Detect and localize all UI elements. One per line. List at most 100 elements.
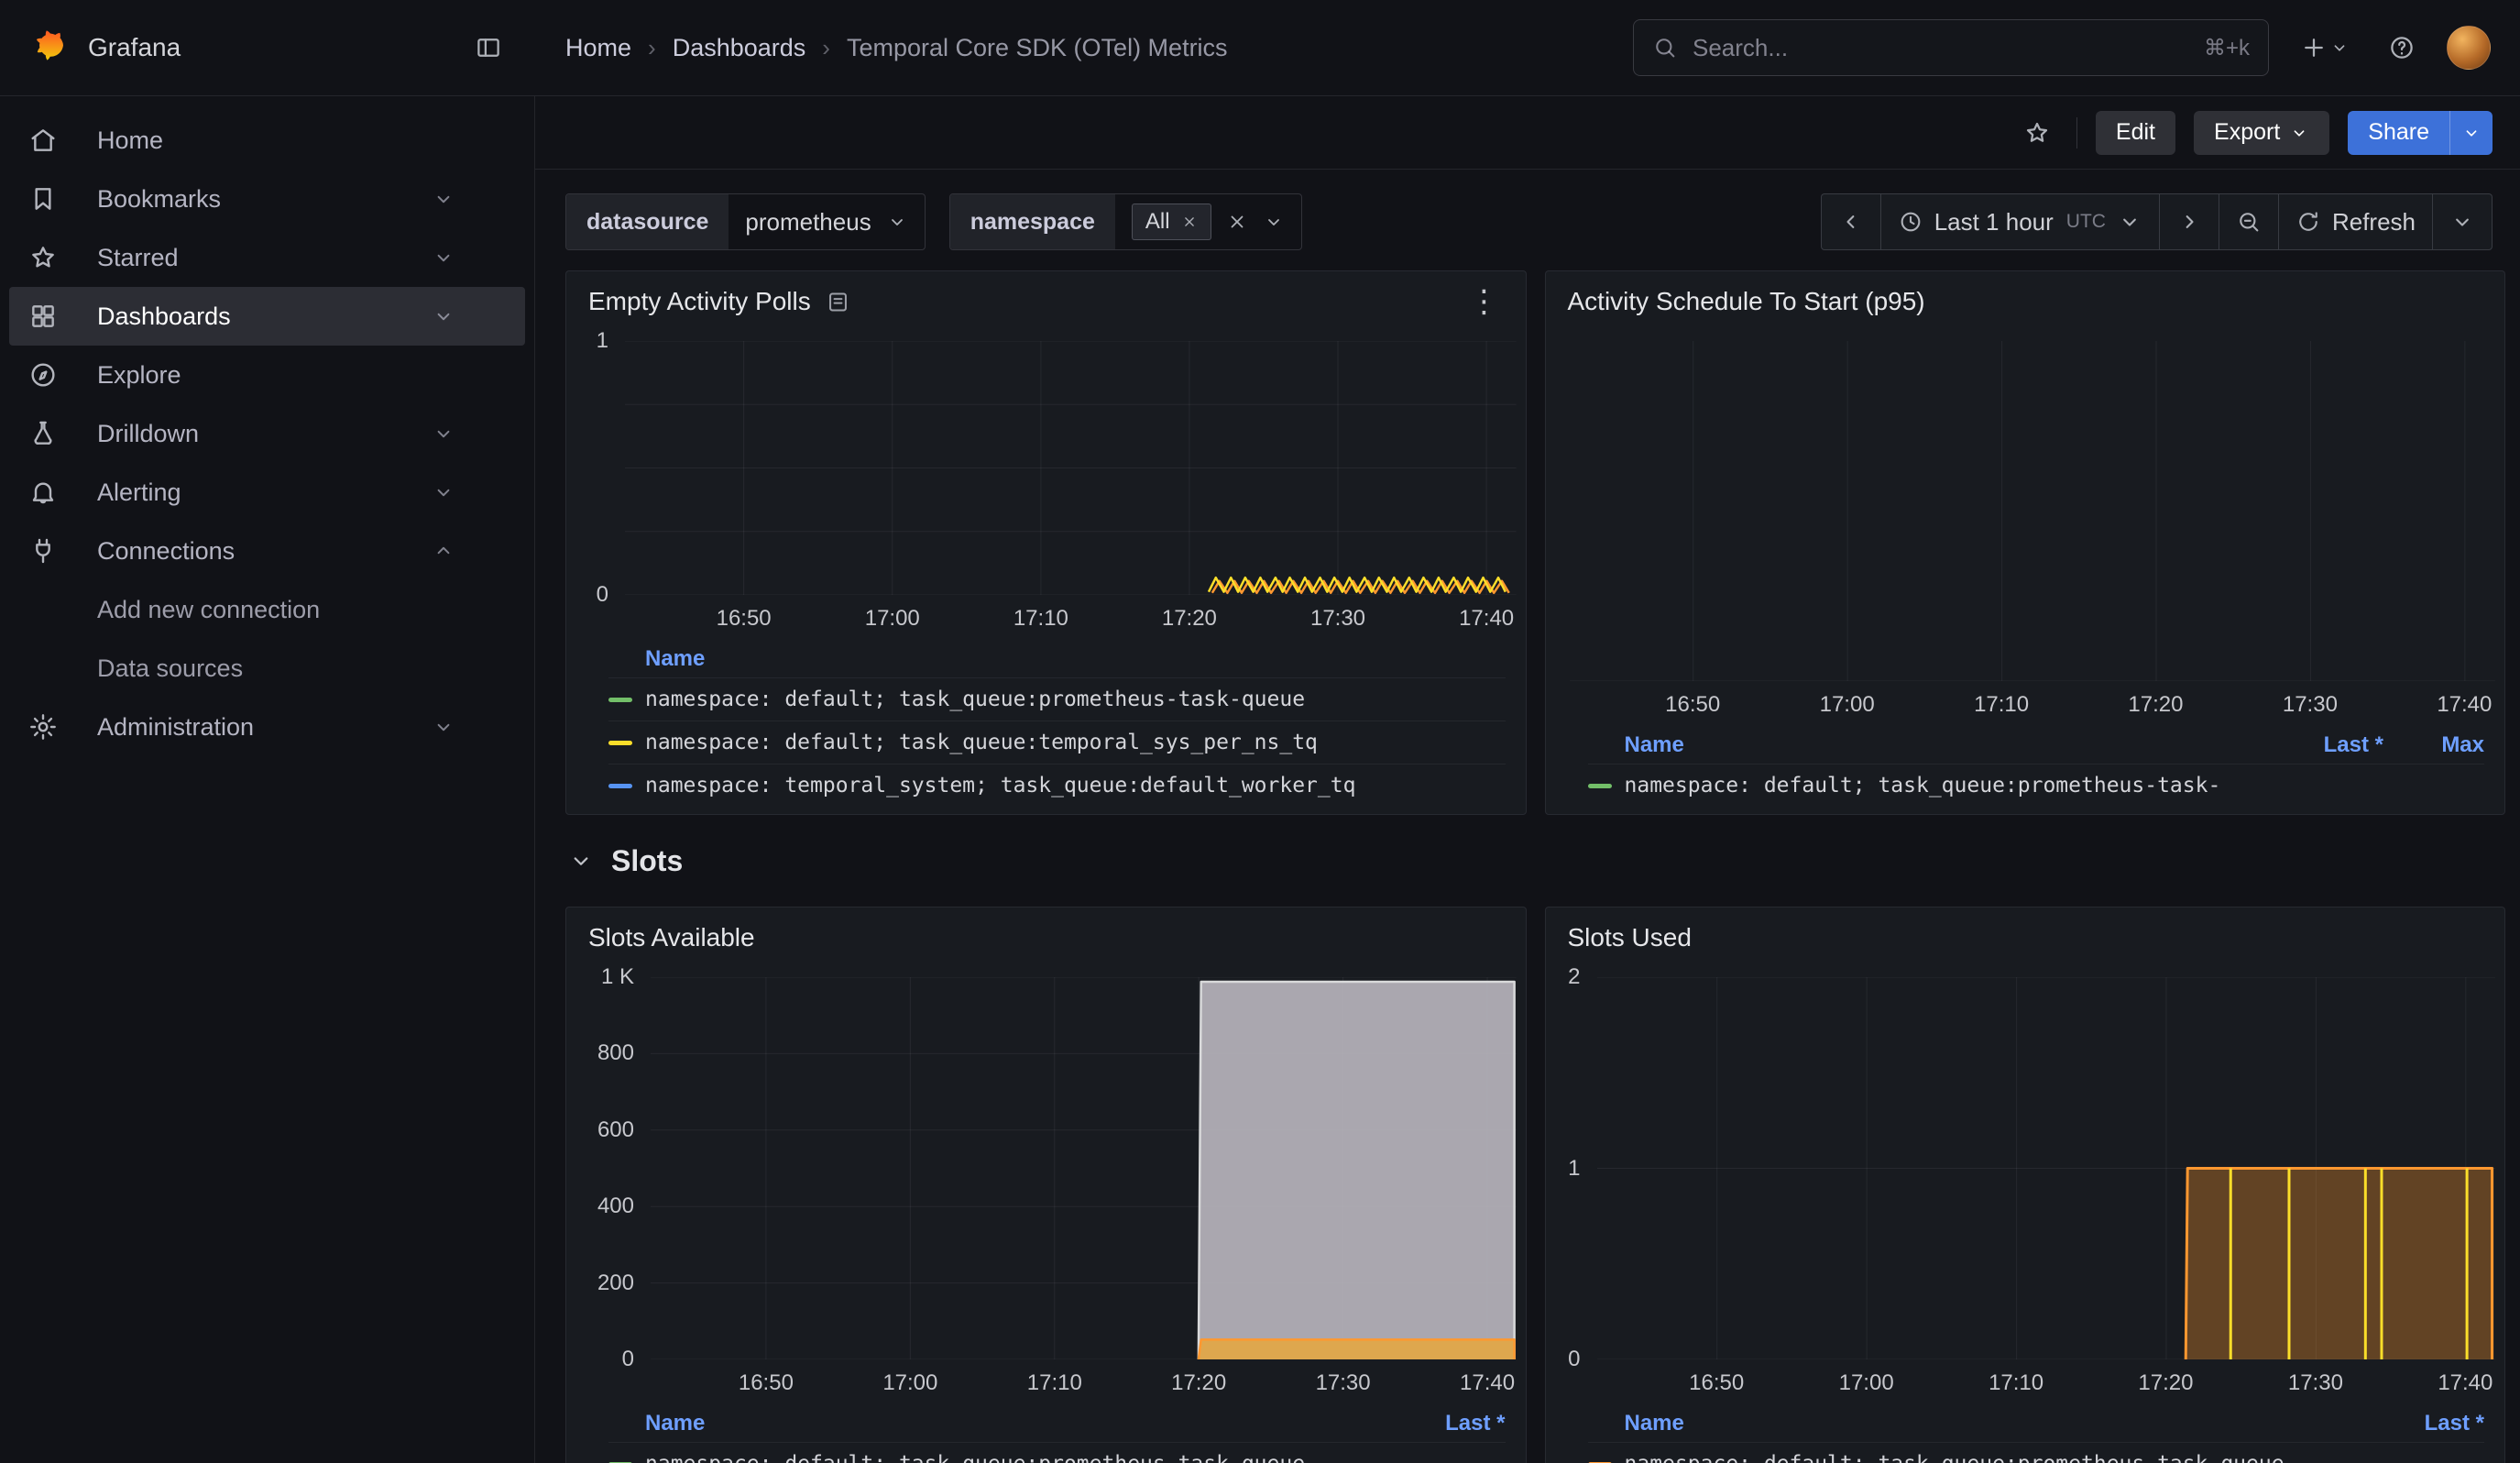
new-button[interactable] xyxy=(2293,27,2357,69)
legend-column-last[interactable]: Last * xyxy=(2219,732,2383,758)
series-color-swatch xyxy=(1588,784,1612,788)
share-menu-button[interactable] xyxy=(2449,111,2493,155)
sidebar-item-drilldown[interactable]: Drilldown xyxy=(9,404,525,463)
legend-column-last[interactable]: Last * xyxy=(1341,1411,1506,1436)
clear-selection-icon[interactable] xyxy=(1226,211,1248,233)
sidebar-item-dashboards[interactable]: Dashboards xyxy=(9,287,525,346)
share-split-button: Share xyxy=(2348,111,2493,155)
y-tick-label: 800 xyxy=(597,1040,634,1066)
panel-header[interactable]: Activity Schedule To Start (p95) xyxy=(1546,271,2505,317)
sidebar-toggle-icon[interactable] xyxy=(467,27,509,69)
series-color-swatch xyxy=(608,741,632,745)
legend-row[interactable]: namespace: default; task_queue:prometheu… xyxy=(1588,764,2485,807)
y-tick-label: 0 xyxy=(1568,1347,1580,1372)
chevron-down-icon xyxy=(2449,209,2475,235)
remove-tag-icon[interactable] xyxy=(1181,214,1198,230)
time-series-chart[interactable]: 0116:5017:0017:1017:2017:3017:40 xyxy=(566,317,1526,637)
sidebar-item-home[interactable]: Home xyxy=(9,111,525,170)
time-series-chart[interactable]: 02004006008001 K16:5017:0017:1017:2017:3… xyxy=(566,953,1526,1402)
brand-name: Grafana xyxy=(88,33,181,62)
legend-row[interactable]: namespace: default; task_queue:prometheu… xyxy=(608,1442,1506,1463)
legend-column-name[interactable]: Name xyxy=(1588,732,2219,758)
plot-area[interactable]: 012 xyxy=(1597,977,2496,1359)
x-tick-label: 17:40 xyxy=(2438,1370,2493,1396)
plot-area[interactable]: 02004006008001 K xyxy=(651,977,1517,1359)
sidebar-item-label: Data sources xyxy=(97,654,243,683)
sidebar-item-starred[interactable]: Starred xyxy=(9,228,525,287)
panel-header[interactable]: Slots Available xyxy=(566,908,1526,953)
legend-row[interactable]: namespace: default; task_queue:prometheu… xyxy=(1588,1442,2485,1463)
breadcrumb-separator: › xyxy=(648,34,656,62)
namespace-variable: namespace All xyxy=(949,193,1302,250)
sidebar-item-label: Bookmarks xyxy=(97,185,221,214)
y-axis-labels: 012 xyxy=(1546,977,1597,1359)
chevron-left-icon xyxy=(1838,209,1864,235)
help-button[interactable] xyxy=(2381,27,2423,69)
time-range-picker[interactable]: Last 1 hour UTC xyxy=(1880,193,2160,250)
refresh-button[interactable]: Refresh xyxy=(2278,193,2433,250)
drilldown-icon xyxy=(27,419,59,448)
row-title: Slots xyxy=(611,844,683,878)
y-tick-label: 2 xyxy=(1568,964,1580,990)
legend-header: NameLast * xyxy=(608,1405,1506,1442)
refresh-interval-button[interactable] xyxy=(2432,193,2493,250)
breadcrumb-item-home[interactable]: Home xyxy=(565,34,631,62)
plot-area[interactable]: 01 xyxy=(625,341,1517,595)
star-icon xyxy=(27,243,59,272)
x-tick-label: 17:00 xyxy=(1839,1370,1894,1396)
panel-menu-icon[interactable]: ⋮ xyxy=(1463,288,1506,315)
row-slots-toggle[interactable]: Slots xyxy=(565,815,2505,907)
question-icon xyxy=(2388,34,2416,61)
sidebar-item-alerting[interactable]: Alerting xyxy=(9,463,525,522)
panel-description-icon[interactable] xyxy=(826,290,850,314)
time-shift-forward-button[interactable] xyxy=(2159,193,2219,250)
time-series-chart[interactable]: 16:5017:0017:1017:2017:3017:40 xyxy=(1546,317,2505,723)
search-placeholder: Search... xyxy=(1693,34,1788,62)
search-input[interactable]: Search... ⌘+k xyxy=(1633,19,2269,76)
legend-column-last[interactable]: Last * xyxy=(2319,1411,2484,1436)
share-button[interactable]: Share xyxy=(2348,111,2449,155)
panel-slots-used: Slots Used 01216:5017:0017:1017:2017:301… xyxy=(1545,907,2506,1463)
x-tick-label: 17:30 xyxy=(1316,1370,1371,1396)
y-tick-label: 1 K xyxy=(601,964,634,990)
plot-area[interactable] xyxy=(1570,341,2496,681)
time-shift-back-button[interactable] xyxy=(1821,193,1881,250)
x-axis-labels: 16:5017:0017:1017:2017:3017:40 xyxy=(625,595,1517,637)
sidebar-item-label: Home xyxy=(97,126,163,155)
panel-empty-activity-polls: Empty Activity Polls ⋮ 0116:5017:0017:10… xyxy=(565,270,1527,815)
breadcrumb-item-dashboards[interactable]: Dashboards xyxy=(673,34,806,62)
export-button[interactable]: Export xyxy=(2194,111,2329,155)
star-icon xyxy=(2023,119,2051,147)
gear-icon xyxy=(27,712,59,742)
sidebar-item-bookmarks[interactable]: Bookmarks xyxy=(9,170,525,228)
legend-row[interactable]: namespace: default; task_queue:temporal_… xyxy=(608,720,1506,764)
grafana-logo-icon[interactable] xyxy=(26,27,68,69)
panel-header[interactable]: Slots Used xyxy=(1546,908,2505,953)
panel-header[interactable]: Empty Activity Polls ⋮ xyxy=(566,271,1526,317)
legend-column-name[interactable]: Name xyxy=(608,646,1506,672)
legend-column-name[interactable]: Name xyxy=(608,1411,1341,1436)
sidebar-item-data-sources[interactable]: Data sources xyxy=(9,639,525,698)
chevron-down-icon xyxy=(567,847,595,874)
sidebar-item-connections[interactable]: Connections xyxy=(9,522,525,580)
avatar[interactable] xyxy=(2447,26,2491,70)
x-tick-label: 16:50 xyxy=(1665,692,1720,718)
time-controls: Last 1 hour UTC Refresh xyxy=(1821,193,2493,250)
series-color-swatch xyxy=(608,784,632,788)
legend-row[interactable]: namespace: default; task_queue:prometheu… xyxy=(608,677,1506,720)
sidebar-item-add-new-connection[interactable]: Add new connection xyxy=(9,580,525,639)
time-series-chart[interactable]: 01216:5017:0017:1017:2017:3017:40 xyxy=(1546,953,2505,1402)
panel-title: Slots Available xyxy=(588,922,755,953)
legend-row[interactable]: namespace: temporal_system; task_queue:d… xyxy=(608,764,1506,807)
legend-column-name[interactable]: Name xyxy=(1588,1411,2320,1436)
namespace-select[interactable]: All xyxy=(1115,194,1301,249)
datasource-select[interactable]: prometheus xyxy=(729,194,924,249)
sidebar-item-administration[interactable]: Administration xyxy=(9,698,525,756)
edit-button[interactable]: Edit xyxy=(2096,111,2175,155)
sidebar-item-explore[interactable]: Explore xyxy=(9,346,525,404)
namespace-tag[interactable]: All xyxy=(1132,204,1211,240)
legend-column-max[interactable]: Max xyxy=(2383,732,2484,758)
chart-legend: Name namespace: default; task_queue:prome… xyxy=(566,637,1526,814)
favorite-star-button[interactable] xyxy=(2016,112,2058,154)
zoom-out-button[interactable] xyxy=(2219,193,2279,250)
